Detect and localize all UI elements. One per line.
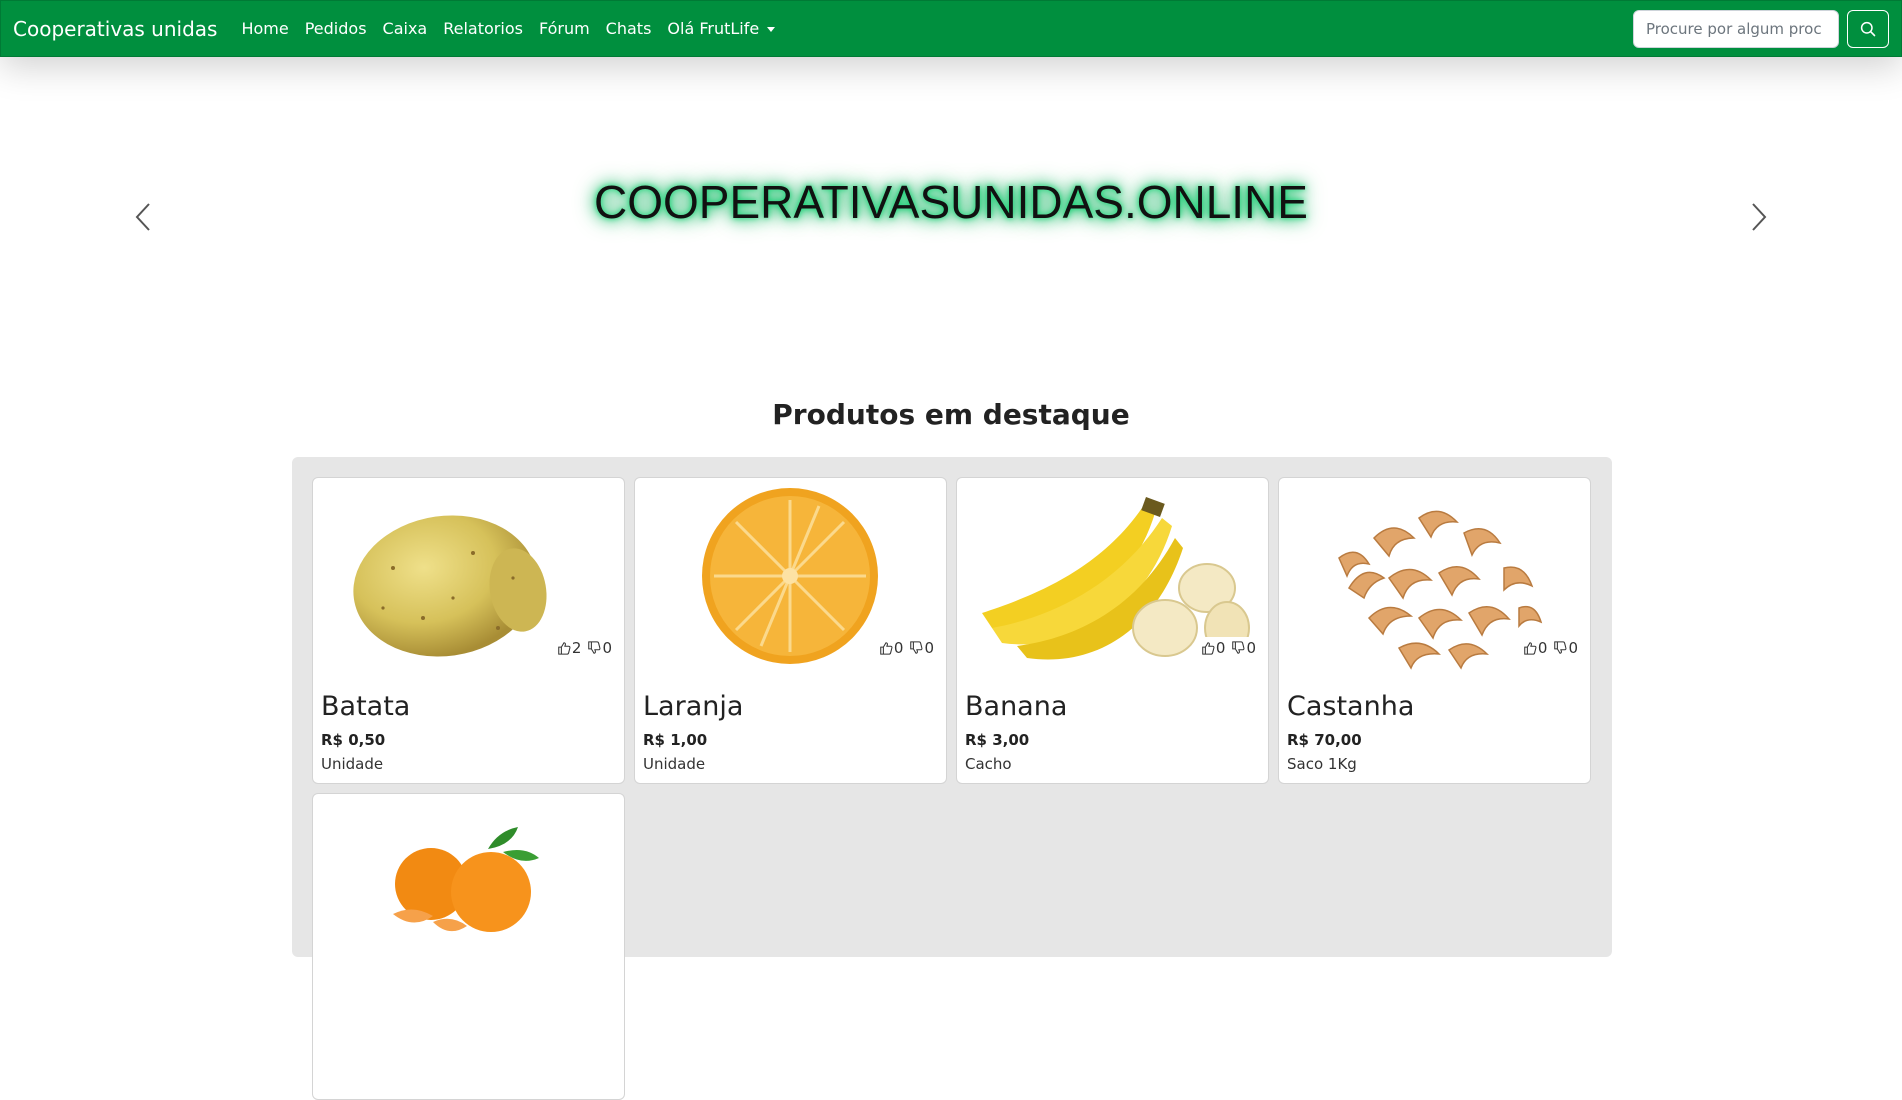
dislike-count: 0 [1568, 639, 1578, 657]
thumbs-up-icon [558, 642, 571, 655]
like-count: 2 [571, 639, 582, 657]
search-icon [1860, 21, 1876, 37]
nav-link-pedidos[interactable]: Pedidos [305, 19, 367, 38]
product-name: Banana [965, 691, 1068, 722]
like-button[interactable]: 0 [1201, 639, 1226, 657]
products-panel: 2 0 Batata R$ 0,50 Unidade 0 0 Laranja R… [292, 457, 1612, 1100]
caret-down-icon [767, 27, 776, 32]
product-price: R$ 3,00 [965, 731, 1030, 749]
like-count: 0 [1537, 639, 1548, 657]
thumbs-down-icon [910, 641, 923, 654]
product-card-laranja[interactable]: 0 0 Laranja R$ 1,00 Unidade [634, 477, 947, 784]
brand-link[interactable]: Cooperativas unidas [13, 17, 217, 41]
hero-title: COOPERATIVASUNIDAS.ONLINE [594, 176, 1308, 228]
dislike-button[interactable]: 0 [1231, 639, 1256, 657]
nav-link-home[interactable]: Home [241, 19, 288, 38]
dislike-button[interactable]: 0 [1553, 639, 1578, 657]
product-name: Laranja [643, 691, 744, 722]
vote-bar: 0 0 [1518, 637, 1582, 659]
like-button[interactable]: 2 [557, 639, 582, 657]
vote-bar: 0 0 [1196, 637, 1260, 659]
nav-link-chats[interactable]: Chats [606, 19, 652, 38]
dislike-button[interactable]: 0 [909, 639, 934, 657]
thumbs-down-icon [1554, 641, 1567, 654]
dislike-count: 0 [602, 639, 612, 657]
product-unit: Cacho [965, 755, 1012, 773]
product-name: Batata [321, 691, 411, 722]
product-price: R$ 1,00 [643, 731, 708, 749]
like-count: 0 [1215, 639, 1226, 657]
nav-link-forum[interactable]: Fórum [539, 19, 590, 38]
dislike-count: 0 [924, 639, 934, 657]
thumbs-up-icon [880, 642, 893, 655]
product-name: Castanha [1287, 691, 1415, 722]
nav-link-relatorios[interactable]: Relatorios [443, 19, 523, 38]
product-unit: Unidade [321, 755, 384, 773]
user-menu-label: Olá FrutLife [667, 19, 760, 38]
product-card-castanha[interactable]: 0 0 Castanha R$ 70,00 Saco 1Kg [1278, 477, 1591, 784]
product-price: R$ 0,50 [321, 731, 386, 749]
vote-bar: 2 0 [552, 637, 616, 659]
like-button[interactable]: 0 [879, 639, 904, 657]
product-image-tangerine [393, 827, 539, 932]
search-button[interactable] [1847, 10, 1889, 48]
product-unit: Unidade [643, 755, 706, 773]
vote-bar: 0 0 [874, 637, 938, 659]
thumbs-up-icon [1524, 642, 1537, 655]
featured-title: Produtos em destaque [772, 398, 1130, 431]
search-input[interactable] [1633, 10, 1839, 48]
thumbs-up-icon [1202, 642, 1215, 655]
product-card-batata[interactable]: 2 0 Batata R$ 0,50 Unidade [312, 477, 625, 784]
search-form [1633, 10, 1889, 48]
product-price: R$ 70,00 [1287, 731, 1362, 749]
product-unit: Saco 1Kg [1287, 755, 1357, 773]
chevron-right-icon [1752, 203, 1767, 231]
like-button[interactable]: 0 [1523, 639, 1548, 657]
dislike-count: 0 [1246, 639, 1256, 657]
nav-link-caixa[interactable]: Caixa [383, 19, 428, 38]
thumbs-down-icon [588, 641, 601, 654]
product-card-banana[interactable]: 0 0 Banana R$ 3,00 Cacho [956, 477, 1269, 784]
top-navbar: Cooperativas unidas Home Pedidos Caixa R… [0, 0, 1902, 57]
like-count: 0 [893, 639, 904, 657]
product-card-tangerine[interactable] [312, 793, 625, 1100]
thumbs-down-icon [1232, 641, 1245, 654]
hero-carousel: COOPERATIVASUNIDAS.ONLINE [0, 57, 1902, 387]
dislike-button[interactable]: 0 [587, 639, 612, 657]
carousel-next-button[interactable] [1744, 197, 1774, 237]
nav-links: Home Pedidos Caixa Relatorios Fórum Chat… [241, 19, 776, 38]
user-menu-dropdown[interactable]: Olá FrutLife [667, 19, 776, 38]
